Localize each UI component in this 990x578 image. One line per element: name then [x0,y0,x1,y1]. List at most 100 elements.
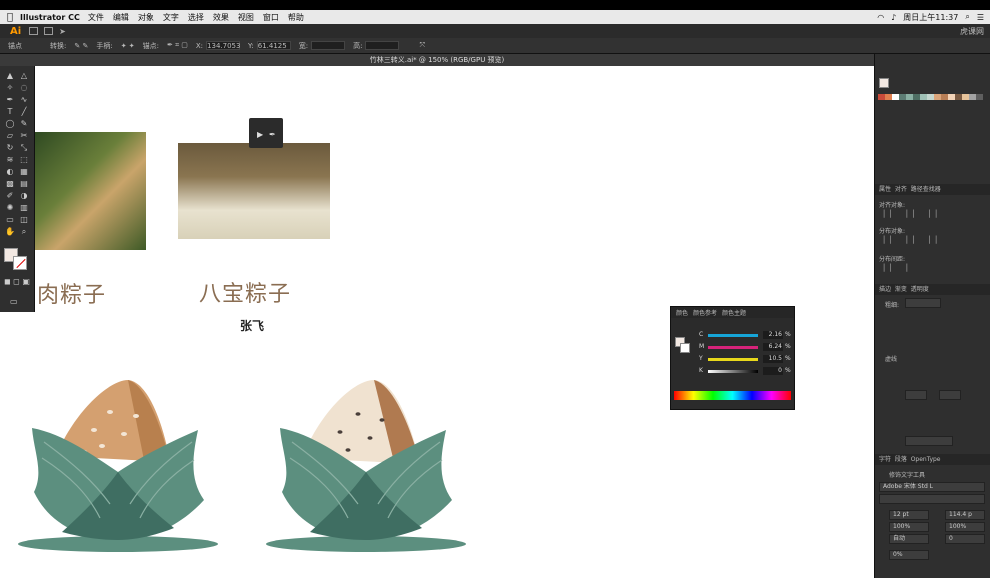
swatch[interactable] [892,94,899,100]
x-field[interactable]: 134.7053 [206,41,240,50]
w-field[interactable] [311,41,346,50]
scale-v-field[interactable]: 100% [889,522,929,532]
swatch[interactable] [927,94,934,100]
tab-transparency[interactable]: 透明度 [911,286,929,293]
swatch[interactable] [976,94,983,100]
swatch[interactable] [899,94,906,100]
gradient-icon[interactable]: ▤ [17,178,31,190]
touch-type-tool[interactable]: 修饰文字工具 [889,470,925,479]
swatch[interactable] [934,94,941,100]
color-stroke-swatch[interactable] [680,343,690,353]
font-style-field[interactable] [879,494,985,504]
symbol-sprayer-icon[interactable]: ✺ [3,202,17,214]
swatch[interactable] [955,94,962,100]
scale-h-field[interactable]: 100% [945,522,985,532]
title-babao-zongzi[interactable]: 八宝粽子 [199,276,291,308]
pen-icon[interactable]: ✒ [3,94,17,106]
title-meat-zongzi[interactable]: 肉粽子 [37,277,106,309]
zongzi-illustration-2[interactable] [262,372,472,554]
tab-align[interactable]: 对齐 [895,186,907,193]
apple-icon[interactable]:  [0,12,20,23]
app-menu[interactable]: Illustrator CC [20,13,80,22]
warp-icon[interactable]: ≋ [3,154,17,166]
eraser-icon[interactable]: ▱ [3,130,17,142]
distribute-icons[interactable]: ▕▏▕▏▕▏ [879,236,947,244]
tab-color-guide[interactable]: 颜色参考 [693,308,717,317]
swatch[interactable] [913,94,920,100]
kerning-field[interactable]: 自动 [889,534,929,544]
scissors-icon[interactable]: ✂ [17,130,31,142]
hand-icon[interactable]: ✋ [3,226,17,238]
swatch[interactable] [920,94,927,100]
volume-icon[interactable]: ♪ [891,13,896,22]
selection-tool-icon[interactable]: ▲ [3,70,17,82]
perspective-icon[interactable]: ▦ [17,166,31,178]
tab-color[interactable]: 颜色 [676,308,688,317]
tracking-field[interactable]: 0 [945,534,985,544]
swatch[interactable] [906,94,913,100]
menu-edit[interactable]: 编辑 [113,12,129,23]
zoom-icon[interactable]: ⌕ [17,226,31,238]
ellipse-icon[interactable]: ◯ [3,118,17,130]
menu-type[interactable]: 文字 [163,12,179,23]
shape-builder-icon[interactable]: ◐ [3,166,17,178]
document-tab[interactable]: 竹林三转义.ai* @ 150% (RGB/GPU 预览) [0,54,874,66]
weight-field[interactable] [905,298,941,308]
blend-icon[interactable]: ◑ [17,190,31,202]
tab-gradient[interactable]: 渐变 [895,286,907,293]
tab-color-themes[interactable]: 颜色主题 [722,308,746,317]
spacing-icons[interactable]: ▕▏▕ [879,264,913,272]
isolate-icon[interactable]: ⤧ [419,41,425,50]
menu-list-icon[interactable]: ☰ [977,13,984,22]
zongzi-illustration-1[interactable] [14,372,224,554]
tab-stroke[interactable]: 描边 [879,286,891,293]
graph-icon[interactable]: ▥ [17,202,31,214]
tab-character[interactable]: 字符 [879,456,891,463]
layout-icon[interactable] [44,27,54,35]
curvature-icon[interactable]: ∿ [17,94,31,106]
swatch[interactable] [878,94,885,100]
panel-swatch-preview[interactable] [879,78,889,88]
menu-view[interactable]: 视图 [238,12,254,23]
brush-icon[interactable]: ✎ [17,118,31,130]
document-icon[interactable] [29,27,39,35]
tab-paragraph[interactable]: 段落 [895,456,907,463]
dash-field-1[interactable] [905,390,927,400]
menu-window[interactable]: 窗口 [263,12,279,23]
mesh-icon[interactable]: ▩ [3,178,17,190]
play-icon[interactable]: ▶ [257,130,263,139]
convert-icon[interactable]: ✎ ✎ [74,42,88,50]
align-icons[interactable]: ▕▏▕▏▕▏ [879,210,947,218]
tab-opentype[interactable]: OpenType [911,456,941,463]
lasso-icon[interactable]: ◌ [17,82,31,94]
y-field[interactable]: 61.4125 [256,41,291,50]
channel-c-slider[interactable] [708,334,758,337]
menu-effect[interactable]: 效果 [213,12,229,23]
zongzi-photo-1[interactable] [35,132,146,250]
channel-m-slider[interactable] [708,346,758,349]
direct-selection-tool-icon[interactable]: △ [17,70,31,82]
tab-properties[interactable]: 属性 [879,186,891,193]
profile-field[interactable] [905,436,953,446]
artboard-icon[interactable]: ▭ [3,214,17,226]
leading-field[interactable]: 114.4 p [945,510,985,520]
channel-c-value[interactable]: 2.16 [763,331,783,339]
channel-y-value[interactable]: 10.5 [763,355,783,363]
menu-object[interactable]: 对象 [138,12,154,23]
stroke-swatch[interactable] [13,256,27,270]
channel-y-slider[interactable] [708,358,758,361]
swatch[interactable] [962,94,969,100]
swatch[interactable] [948,94,955,100]
swatch[interactable] [941,94,948,100]
font-family-field[interactable]: Adobe 宋体 Std L [879,482,985,492]
font-size-field[interactable]: 12 pt [889,510,929,520]
h-field[interactable] [365,41,400,50]
menu-file[interactable]: 文件 [88,12,104,23]
menu-select[interactable]: 选择 [188,12,204,23]
scale-icon[interactable]: ⤡ [17,142,31,154]
search-icon[interactable]: ⌕ [965,12,969,22]
draw-mode-icon[interactable]: ◼ ◻ ▣ [4,276,30,288]
dash-field-2[interactable] [939,390,961,400]
swatch[interactable] [969,94,976,100]
pen-tool-icon[interactable]: ✒ [269,130,276,139]
